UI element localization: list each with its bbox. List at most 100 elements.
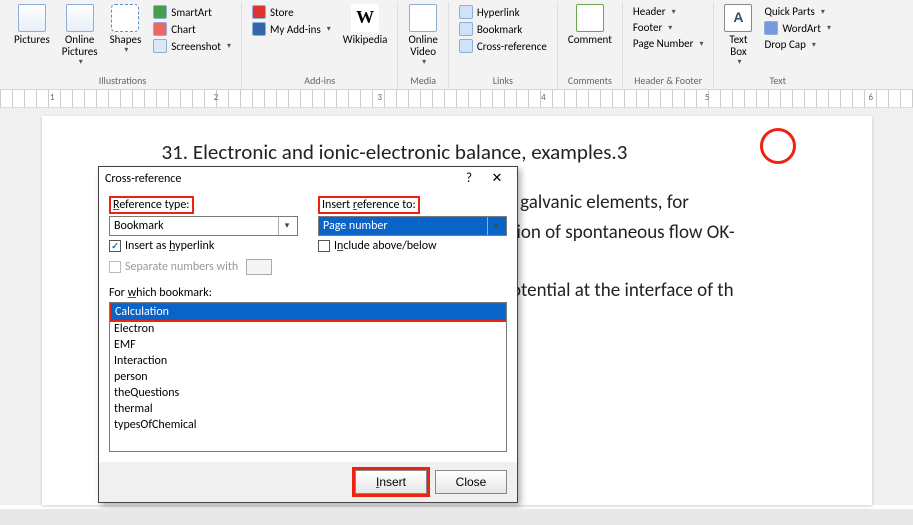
list-item[interactable]: thermal	[110, 401, 506, 417]
hyperlink-label: Hyperlink	[477, 6, 520, 19]
ruler-tick: 2	[214, 92, 219, 103]
hyperlink-icon	[459, 5, 473, 19]
chart-label: Chart	[171, 23, 195, 36]
crossref-label: Cross-reference	[477, 40, 547, 53]
group-label-headerfooter: Header & Footer	[634, 74, 702, 89]
reference-type-label: Reference type:	[109, 196, 194, 214]
chart-button[interactable]: Chart	[151, 21, 233, 37]
close-icon[interactable]: ✕	[483, 171, 511, 186]
checkbox-icon	[109, 261, 121, 273]
status-bar	[0, 509, 913, 525]
pictures-button[interactable]: Pictures	[8, 2, 56, 48]
smartart-label: SmartArt	[171, 6, 212, 19]
wordart-button[interactable]: WordArt	[762, 20, 833, 36]
bookmark-button[interactable]: Bookmark	[457, 21, 549, 37]
wikipedia-icon: W	[351, 4, 379, 32]
list-item[interactable]: theQuestions	[110, 385, 506, 401]
wikipedia-label: Wikipedia	[343, 34, 388, 46]
quickparts-label: Quick Parts	[764, 5, 814, 18]
separate-numbers-checkbox: Separate numbers with	[109, 259, 298, 275]
video-icon	[409, 4, 437, 32]
group-media: Online Video Media	[398, 2, 448, 89]
smartart-button[interactable]: SmartArt	[151, 4, 233, 20]
group-illustrations: Pictures Online Pictures Shapes SmartArt…	[4, 2, 242, 89]
dialog-titlebar[interactable]: Cross-reference ? ✕	[99, 167, 517, 190]
insert-button[interactable]: Insert	[355, 470, 427, 494]
dropcap-label: Drop Cap	[764, 38, 805, 51]
doc-line1: 31. Electronic and ionic-electronic bala…	[162, 139, 628, 165]
footer-button[interactable]: Footer	[631, 20, 706, 35]
group-label-comments: Comments	[568, 74, 612, 89]
separator-input	[246, 259, 272, 275]
textbox-label: Text Box	[729, 34, 747, 58]
group-addins: Store My Add-ins W Wikipedia Add-ins	[242, 2, 398, 89]
reference-type-value: Bookmark	[114, 219, 164, 233]
ruler-tick: 1	[50, 92, 55, 103]
list-item[interactable]: Interaction	[110, 353, 506, 369]
store-button[interactable]: Store	[250, 4, 333, 20]
group-links: Hyperlink Bookmark Cross-reference Links	[449, 2, 558, 89]
textbox-button[interactable]: A Text Box	[718, 2, 758, 69]
include-above-below-checkbox[interactable]: Include above/below	[318, 239, 507, 253]
checkbox-icon	[318, 240, 330, 252]
dropcap-button[interactable]: Drop Cap	[762, 37, 833, 52]
pagenum-button[interactable]: Page Number	[631, 36, 706, 51]
list-item[interactable]: typesOfChemical	[110, 417, 506, 433]
header-button[interactable]: Header	[631, 4, 706, 19]
bookmark-label: Bookmark	[477, 23, 522, 36]
screenshot-button[interactable]: Screenshot	[151, 38, 233, 54]
online-pictures-label: Online Pictures	[62, 34, 98, 58]
list-item[interactable]: Calculation	[109, 302, 507, 322]
my-addins-label: My Add-ins	[270, 23, 321, 36]
ruler[interactable]: 1 2 3 4 5 6	[0, 90, 913, 108]
my-addins-icon	[252, 22, 266, 36]
insert-hyperlink-label: Insert as hyperlink	[125, 239, 214, 253]
ribbon: Pictures Online Pictures Shapes SmartArt…	[0, 0, 913, 90]
bookmark-listbox[interactable]: Calculation Electron EMF Interaction per…	[109, 302, 507, 452]
bookmark-icon	[459, 22, 473, 36]
include-above-below-label: Include above/below	[334, 239, 437, 253]
my-addins-button[interactable]: My Add-ins	[250, 21, 333, 37]
dialog-buttons: Insert Close	[99, 462, 517, 502]
wikipedia-button[interactable]: W Wikipedia	[337, 2, 394, 48]
shapes-icon	[111, 4, 139, 32]
doc-heading: 31. Electronic and ionic-electronic bala…	[162, 136, 832, 170]
group-label-media: Media	[410, 74, 436, 89]
crossref-icon	[459, 39, 473, 53]
ruler-tick: 6	[868, 92, 873, 103]
insert-hyperlink-checkbox[interactable]: Insert as hyperlink	[109, 239, 298, 253]
ruler-tick: 3	[377, 92, 382, 103]
comment-label: Comment	[568, 34, 612, 46]
shapes-button[interactable]: Shapes	[104, 2, 148, 57]
chart-icon	[153, 22, 167, 36]
screenshot-icon	[153, 39, 167, 53]
wordart-icon	[764, 21, 778, 35]
online-video-button[interactable]: Online Video	[402, 2, 443, 69]
annotation-circle	[760, 128, 796, 164]
list-item[interactable]: person	[110, 369, 506, 385]
cross-reference-dialog: Cross-reference ? ✕ Reference type: Book…	[98, 166, 518, 503]
reference-type-combo[interactable]: Bookmark	[109, 216, 298, 236]
help-button[interactable]: ?	[455, 171, 483, 186]
list-item[interactable]: Electron	[110, 321, 506, 337]
insert-reference-to-combo[interactable]: Page number	[318, 216, 507, 236]
ruler-tick: 5	[705, 92, 710, 103]
comment-button[interactable]: Comment	[562, 2, 618, 48]
quickparts-button[interactable]: Quick Parts	[762, 4, 833, 19]
pagenum-label: Page Number	[633, 37, 694, 50]
ruler-tick: 4	[541, 92, 546, 103]
group-label-addins: Add-ins	[304, 74, 335, 89]
close-button[interactable]: Close	[435, 470, 507, 494]
store-icon	[252, 5, 266, 19]
insert-reference-to-label: Insert reference to:	[318, 196, 420, 214]
list-item[interactable]: EMF	[110, 337, 506, 353]
dialog-title: Cross-reference	[105, 172, 455, 186]
hyperlink-button[interactable]: Hyperlink	[457, 4, 549, 20]
pictures-icon	[18, 4, 46, 32]
online-pictures-button[interactable]: Online Pictures	[56, 2, 104, 69]
smartart-icon	[153, 5, 167, 19]
separate-numbers-label: Separate numbers with	[125, 260, 238, 274]
crossref-button[interactable]: Cross-reference	[457, 38, 549, 54]
group-label-links: Links	[493, 74, 513, 89]
header-label: Header	[633, 5, 666, 18]
